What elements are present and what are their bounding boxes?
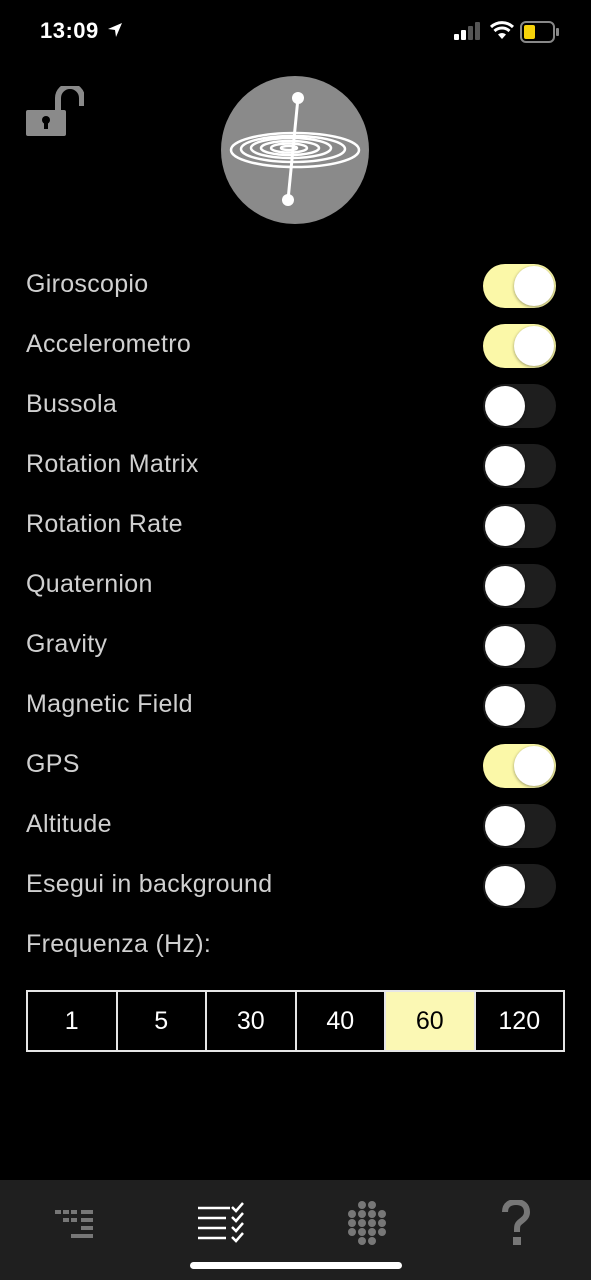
setting-row-gps: GPS: [0, 736, 591, 796]
status-bar: 13:09: [0, 0, 591, 64]
toggle-knob: [485, 446, 525, 486]
rotation-rate-toggle[interactable]: [483, 504, 556, 548]
toggle-knob: [485, 866, 525, 906]
accelerometro-toggle[interactable]: [483, 324, 556, 368]
rotation-matrix-toggle[interactable]: [483, 444, 556, 488]
toggle-knob: [514, 746, 554, 786]
toggle-knob: [485, 686, 525, 726]
toggle-knob: [514, 266, 554, 306]
setting-row-rotation-rate: Rotation Rate: [0, 496, 591, 556]
question-mark-icon: [502, 1200, 531, 1245]
data-lines-icon: [55, 1210, 93, 1238]
frequency-option-60[interactable]: 60: [386, 992, 476, 1050]
setting-label: Magnetic Field: [26, 690, 193, 718]
setting-label: Giroscopio: [26, 270, 149, 298]
gyroscope-logo: [221, 76, 369, 224]
setting-row-gravity: Gravity: [0, 616, 591, 676]
background-toggle[interactable]: [483, 864, 556, 908]
setting-row-accelerometro: Accelerometro: [0, 316, 591, 376]
frequency-option-40[interactable]: 40: [297, 992, 386, 1050]
altitude-toggle[interactable]: [483, 804, 556, 848]
toggle-knob: [485, 806, 525, 846]
frequency-option-120[interactable]: 120: [476, 992, 564, 1050]
setting-row-background: Esegui in background: [0, 856, 591, 916]
setting-label: Accelerometro: [26, 330, 192, 358]
setting-row-magnetic-field: Magnetic Field: [0, 676, 591, 736]
tab-grid[interactable]: [339, 1198, 399, 1248]
wifi-icon: [489, 21, 515, 39]
status-time: 13:09: [40, 18, 99, 43]
dot-grid-icon: [348, 1201, 386, 1245]
tab-data[interactable]: [45, 1198, 105, 1248]
frequency-option-30[interactable]: 30: [207, 992, 297, 1050]
magnetic-field-toggle[interactable]: [483, 684, 556, 728]
setting-label: Bussola: [26, 390, 118, 418]
toggle-knob: [485, 626, 525, 666]
giroscopio-toggle[interactable]: [483, 264, 556, 308]
setting-row-bussola: Bussola: [0, 376, 591, 436]
setting-row-quaternion: Quaternion: [0, 556, 591, 616]
home-indicator: [190, 1262, 402, 1269]
frequency-segmented-control: 1 5 30 40 60 120: [26, 990, 565, 1052]
location-arrow-icon: [108, 23, 122, 37]
toggle-knob: [485, 386, 525, 426]
setting-row-giroscopio: Giroscopio: [0, 256, 591, 316]
bussola-toggle[interactable]: [483, 384, 556, 428]
gyroscope-spiral-icon: [229, 92, 361, 206]
unlocked-padlock-icon[interactable]: [24, 86, 84, 138]
setting-label: Altitude: [26, 810, 112, 838]
setting-label: Esegui in background: [26, 870, 273, 898]
tab-help[interactable]: [486, 1198, 546, 1248]
frequency-option-1[interactable]: 1: [28, 992, 118, 1050]
sensor-settings-list: Giroscopio Accelerometro Bussola Rotatio…: [0, 256, 591, 916]
setting-label: GPS: [26, 750, 80, 778]
setting-label: Gravity: [26, 630, 108, 658]
toggle-knob: [485, 566, 525, 606]
setting-label: Rotation Rate: [26, 510, 183, 538]
battery-low-icon: [520, 21, 559, 43]
setting-label: Quaternion: [26, 570, 153, 598]
cellular-signal-icon: [454, 22, 480, 40]
setting-row-rotation-matrix: Rotation Matrix: [0, 436, 591, 496]
gravity-toggle[interactable]: [483, 624, 556, 668]
frequency-label: Frequenza (Hz):: [26, 930, 212, 958]
quaternion-toggle[interactable]: [483, 564, 556, 608]
checklist-icon: [198, 1202, 244, 1243]
setting-label: Rotation Matrix: [26, 450, 199, 478]
toggle-knob: [514, 326, 554, 366]
gps-toggle[interactable]: [483, 744, 556, 788]
frequency-option-5[interactable]: 5: [118, 992, 207, 1050]
toggle-knob: [485, 506, 525, 546]
tab-settings[interactable]: [191, 1198, 251, 1248]
setting-row-altitude: Altitude: [0, 796, 591, 856]
